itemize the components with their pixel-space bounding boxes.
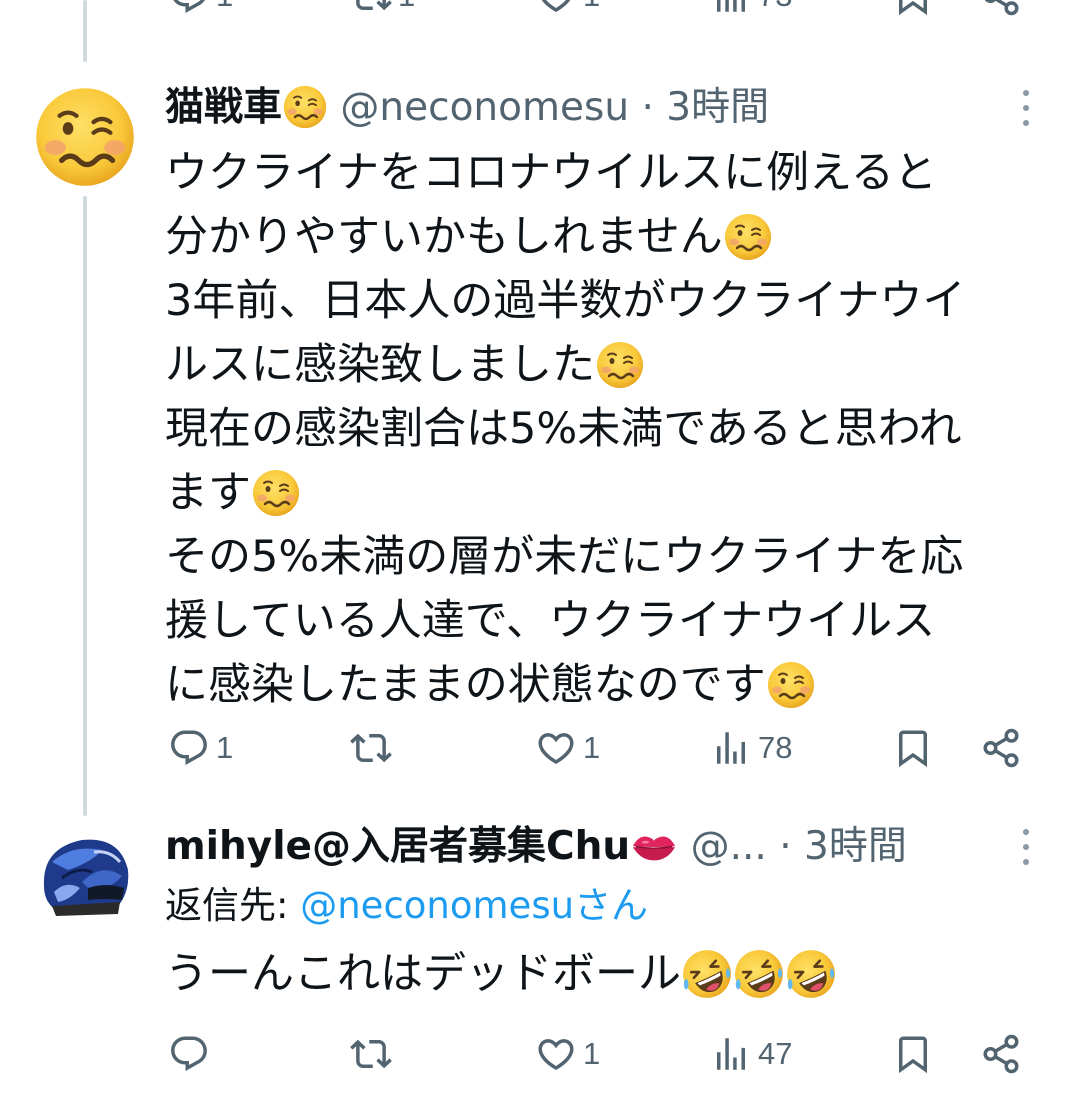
views-icon [710,0,752,17]
like-button[interactable]: 1 [535,724,600,772]
tweet-line: ウクライナをコロナウイルスに例えると [165,148,937,198]
avatar[interactable] [32,822,138,928]
views-icon [710,727,752,769]
separator: · [779,824,792,869]
rofl-icon [733,948,785,1000]
tweet-line: 3年前、日本人の過半数がウクライナウイ [165,276,966,326]
retweet-button[interactable] [350,724,398,772]
retweet-button[interactable]: 1 [350,0,415,20]
reply-icon [168,727,210,769]
reply-count: 1 [216,730,234,765]
thread-line-top [83,0,87,62]
bookmark-button[interactable] [892,724,934,772]
bookmark-icon [892,1033,934,1075]
reply-to-suffix[interactable]: さん [574,884,648,927]
tweet-header: mihyle@入居者募集Chu @... · 3時間 [165,823,907,871]
share-button[interactable] [980,724,1022,772]
reply-to-prefix: 返信先: [165,884,301,927]
views-icon [710,1033,752,1075]
rofl-icon [681,948,733,1000]
tweet-line: に感染したままの状態なのです [165,653,966,717]
reply-button[interactable]: 1 [168,0,233,20]
like-button[interactable]: 1 [535,0,600,20]
woozy-face-icon [251,468,301,518]
display-name[interactable]: mihyle@入居者募集Chu [165,824,630,869]
previous-tweet-actions: 1 1 1 73 [0,0,1079,16]
handle[interactable]: @... [691,824,767,869]
timestamp[interactable]: 3時間 [666,85,769,130]
tweet-line: ルスに感染致しました [165,333,966,397]
reply-icon [168,1033,210,1075]
tweet-line: 分かりやすいかもしれません [165,205,966,269]
retweet-icon [350,0,392,17]
woozy-face-icon [723,212,773,262]
retweet-count: 1 [398,0,415,14]
thread-line-middle [83,196,87,816]
rofl-icon [785,948,837,1000]
helmet-avatar-icon [32,822,138,928]
woozy-face-icon [595,340,645,390]
views-button[interactable]: 78 [710,724,792,772]
bookmark-icon [892,727,934,769]
views-button[interactable]: 73 [710,0,792,20]
reply-count: 1 [216,0,233,14]
like-button[interactable]: 1 [535,1030,600,1078]
tweet-text: うーんこれはデッドボール [165,942,837,1006]
share-button[interactable] [980,1030,1022,1078]
heart-icon [535,0,577,17]
reply-button[interactable]: 1 [168,724,233,772]
heart-icon [535,727,577,769]
bookmark-button[interactable] [892,1030,934,1078]
bookmark-icon [892,0,934,17]
share-icon [980,727,1022,769]
views-button[interactable]: 47 [710,1030,792,1078]
retweet-icon [350,1033,392,1075]
retweet-button[interactable] [350,1030,398,1078]
share-icon [980,0,1022,17]
tweet-line: 援している人達で、ウクライナウイルス [165,596,936,646]
tweet-line: ます [165,461,966,525]
tweet-line: うーんこれはデッドボール [165,942,837,1006]
view-count: 73 [758,0,792,14]
like-count: 1 [583,730,601,765]
more-options-icon[interactable] [1020,90,1032,126]
tweet-line: 現在の感染割合は5%未満であると思われ [165,404,962,454]
more-options-icon[interactable] [1020,829,1032,865]
reply-button[interactable] [168,1030,216,1078]
reply-icon [168,0,210,17]
woozy-face-avatar-icon [32,84,138,190]
tweet-line: その5%未満の層が未だにウクライナを応 [165,532,964,582]
handle[interactable]: @neconomesu [340,85,629,130]
woozy-face-icon [766,660,816,710]
heart-icon [535,1033,577,1075]
avatar[interactable] [32,84,138,190]
view-count: 47 [758,1036,793,1071]
kiss-mark-icon [630,823,678,870]
timestamp[interactable]: 3時間 [804,824,907,869]
like-count: 1 [583,0,600,14]
view-count: 78 [758,730,793,765]
reply-to-handle-link[interactable]: @neconomesu [300,884,574,927]
woozy-face-icon [282,84,328,130]
bookmark-button[interactable] [892,0,934,20]
like-count: 1 [583,1036,601,1071]
share-icon [980,1033,1022,1075]
display-name[interactable]: 猫戦車 [165,85,282,130]
retweet-icon [350,727,392,769]
tweet-header: 猫戦車 @neconomesu · 3時間 [165,84,769,132]
reply-to-line: 返信先: @neconomesuさん [165,881,648,931]
share-button[interactable] [980,0,1022,20]
tweet-text: ウクライナをコロナウイルスに例えると 分かりやすいかもしれません 3年前、日本人… [165,141,966,717]
separator: · [641,85,654,130]
